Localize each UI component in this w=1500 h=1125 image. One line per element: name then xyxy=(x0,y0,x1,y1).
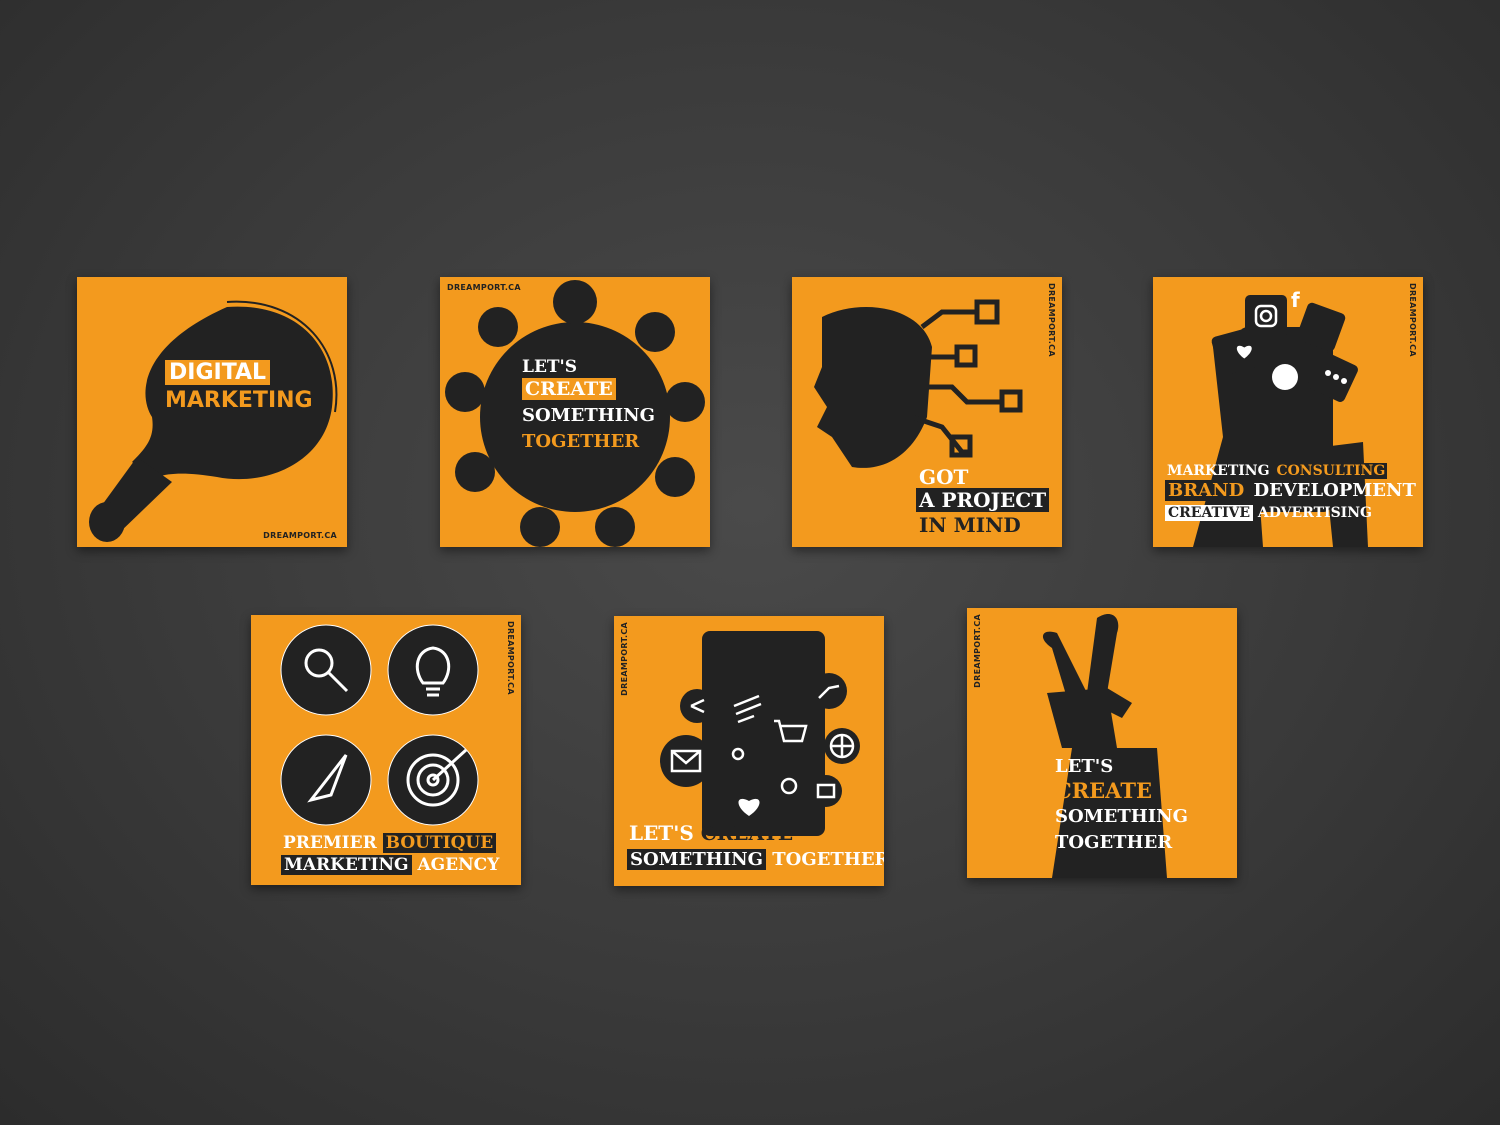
card-digital-marketing: DIGITAL MARKETING DREAMPORT.CA xyxy=(77,277,347,547)
development-label: DEVELOPMENT xyxy=(1253,480,1416,501)
title-line-4: TOGETHER xyxy=(1055,832,1173,853)
creative-label: CREATIVE xyxy=(1165,505,1254,521)
card-lets-create-hand: DREAMPORT.CA LET'S CREATE SOMETHING TOGE… xyxy=(967,608,1237,878)
title-line-2: CREATE xyxy=(522,378,616,400)
consulting-label: CONSULTING xyxy=(1274,463,1388,479)
title-line-1: DIGITAL xyxy=(165,360,271,385)
title-line-2: MARKETING xyxy=(165,388,313,413)
title-line-2: A PROJECT xyxy=(916,488,1050,512)
marketing-label: MARKETING xyxy=(281,855,412,875)
premier-label: PREMIER xyxy=(283,833,377,853)
card-lets-create-table: DREAMPORT.CA LET'S CREATE SOMETHING TOGE… xyxy=(440,277,710,547)
title-line-1: LET'S xyxy=(1055,756,1114,777)
title-line-3: SOMETHING xyxy=(1055,806,1188,827)
marketing-label: MARKETING xyxy=(1167,463,1270,479)
card-got-a-project: DREAMPORT.CA GOT A PROJECT IN MIND xyxy=(792,277,1062,547)
title-line-3: SOMETHING xyxy=(522,405,655,426)
title-line-2: CREATE xyxy=(1055,778,1152,803)
brand-label: DREAMPORT.CA xyxy=(973,614,982,688)
phone-icons-art xyxy=(660,631,860,836)
together-label: TOGETHER xyxy=(772,849,884,870)
card-marketing-consulting: f DREAMPORT.CA MARKETING CONSULTING BRAN… xyxy=(1153,277,1423,547)
title-line-1: GOT xyxy=(919,465,969,489)
brand-label: DREAMPORT.CA xyxy=(1408,283,1417,357)
svg-text:f: f xyxy=(1291,288,1300,312)
something-label: SOMETHING xyxy=(627,849,766,870)
title-line-4: TOGETHER xyxy=(522,431,640,452)
card-lets-create-phone: DREAMPORT.CA LET'S CREATE SOMETHING TOGE… xyxy=(614,616,884,886)
boutique-label: BOUTIQUE xyxy=(382,833,497,853)
create-label: CREATE xyxy=(700,821,794,845)
brand-label: DREAMPORT.CA xyxy=(447,283,521,292)
brand-label: DREAMPORT.CA xyxy=(620,622,629,696)
brand-word-label: BRAND xyxy=(1165,480,1248,501)
agency-label: AGENCY xyxy=(417,855,500,875)
title-line-3: IN MIND xyxy=(919,513,1021,537)
title-line-1: LET'S xyxy=(522,357,578,377)
brand-label: DREAMPORT.CA xyxy=(1047,283,1056,357)
brand-label: DREAMPORT.CA xyxy=(263,531,337,540)
advertising-label: ADVERTISING xyxy=(1257,505,1372,521)
card-premier-boutique: DREAMPORT.CA PREMIER BOUTIQUE MARKETING … xyxy=(251,615,521,885)
brand-label: DREAMPORT.CA xyxy=(506,621,515,695)
lets-label: LET'S xyxy=(629,821,694,845)
